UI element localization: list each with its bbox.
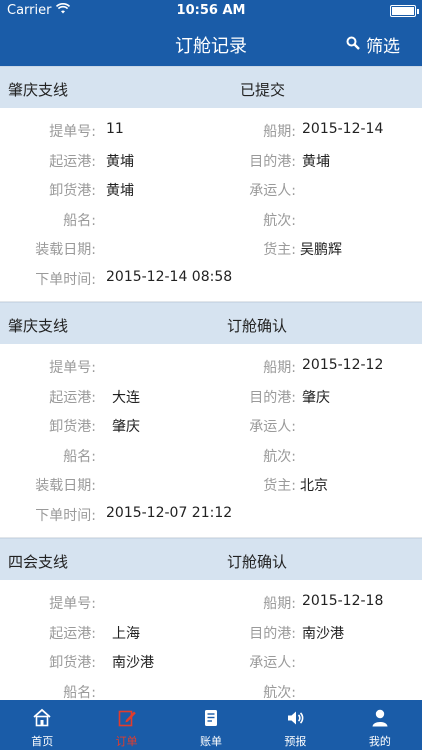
route-name: 四会支线 bbox=[8, 553, 69, 571]
search-icon bbox=[346, 35, 360, 55]
bill-no-label: 提单号: bbox=[49, 596, 96, 612]
shipper-label: 货主: bbox=[263, 478, 296, 494]
header: Carrier 10:56 AM 订舱记录 筛选 bbox=[0, 0, 422, 66]
order-status: 订舱确认 bbox=[227, 553, 288, 571]
load-port-value: 黄埔 bbox=[106, 153, 134, 170]
user-icon bbox=[370, 708, 390, 733]
load-date-label: 装载日期: bbox=[35, 478, 96, 494]
order-card-header: 肇庆支线 订舱确认 bbox=[0, 302, 422, 344]
bill-icon bbox=[201, 708, 221, 733]
route-name: 肇庆支线 bbox=[8, 317, 69, 335]
load-port-label: 起运港: bbox=[49, 153, 96, 170]
order-list[interactable]: 肇庆支线 已提交 提单号: 11 船期: 2015-12-14 起运港: 黄埔 … bbox=[0, 66, 422, 700]
order-card[interactable]: 肇庆支线 订舱确认 提单号: 船期: 2015-12-12 起运港: 大连 目的… bbox=[0, 302, 422, 538]
dest-port-label: 目的港: bbox=[249, 389, 296, 406]
shipper-value: 吴鹏辉 bbox=[300, 242, 342, 258]
vessel-label: 船名: bbox=[63, 684, 96, 701]
tab-bar: 首页 订单 账单 预报 我的 bbox=[0, 700, 422, 750]
tab-profile-label: 我的 bbox=[368, 735, 391, 748]
bill-no-value: 11 bbox=[106, 121, 124, 137]
filter-button[interactable]: 筛选 bbox=[346, 32, 400, 57]
discharge-port-value: 南沙港 bbox=[112, 655, 154, 671]
load-date-label: 装载日期: bbox=[35, 242, 96, 258]
dest-port-value: 肇庆 bbox=[302, 389, 330, 406]
order-time-label: 下单时间: bbox=[35, 271, 96, 288]
dest-port-label: 目的港: bbox=[249, 625, 296, 642]
order-edit-icon bbox=[117, 708, 137, 733]
tab-forecast[interactable]: 预报 bbox=[253, 700, 337, 750]
tab-bills-label: 账单 bbox=[200, 735, 223, 748]
order-card[interactable]: 肇庆支线 已提交 提单号: 11 船期: 2015-12-14 起运港: 黄埔 … bbox=[0, 66, 422, 302]
tab-home-label: 首页 bbox=[31, 735, 54, 748]
shipper-label: 货主: bbox=[263, 242, 296, 258]
load-port-label: 起运港: bbox=[49, 625, 96, 642]
dest-port-value: 黄埔 bbox=[302, 153, 330, 170]
sail-date-label: 船期: bbox=[263, 360, 296, 376]
carrier-label: 承运人: bbox=[249, 655, 296, 671]
order-time-label: 下单时间: bbox=[35, 507, 96, 524]
sail-date-value: 2015-12-18 bbox=[302, 593, 384, 609]
order-card-header: 肇庆支线 已提交 bbox=[0, 66, 422, 108]
speaker-icon bbox=[285, 708, 305, 733]
order-time-value: 2015-12-14 08:58 bbox=[106, 268, 233, 285]
dest-port-label: 目的港: bbox=[249, 153, 296, 170]
sail-date-label: 船期: bbox=[263, 596, 296, 612]
tab-orders-label: 订单 bbox=[115, 735, 138, 748]
voyage-label: 航次: bbox=[263, 212, 296, 229]
discharge-port-value: 黄埔 bbox=[106, 183, 134, 199]
discharge-port-label: 卸货港: bbox=[49, 419, 96, 435]
order-card-header: 四会支线 订舱确认 bbox=[0, 538, 422, 580]
tab-forecast-label: 预报 bbox=[284, 735, 307, 748]
bill-no-label: 提单号: bbox=[49, 360, 96, 376]
vessel-label: 船名: bbox=[63, 212, 96, 229]
sail-date-label: 船期: bbox=[263, 124, 296, 140]
voyage-label: 航次: bbox=[263, 448, 296, 465]
discharge-port-value: 肇庆 bbox=[112, 419, 140, 435]
status-time: 10:56 AM bbox=[176, 3, 246, 18]
load-port-value: 上海 bbox=[112, 625, 140, 642]
dest-port-value: 南沙港 bbox=[302, 625, 344, 642]
vessel-label: 船名: bbox=[63, 448, 96, 465]
status-bar: Carrier 10:56 AM bbox=[0, 0, 422, 22]
shipper-value: 北京 bbox=[300, 478, 328, 494]
sail-date-value: 2015-12-12 bbox=[302, 357, 384, 373]
home-icon bbox=[32, 708, 52, 733]
load-port-value: 大连 bbox=[112, 389, 140, 406]
carrier-label: 承运人: bbox=[249, 419, 296, 435]
order-card[interactable]: 四会支线 订舱确认 提单号: 船期: 2015-12-18 起运港: 上海 目的… bbox=[0, 538, 422, 700]
tab-orders[interactable]: 订单 bbox=[84, 700, 168, 750]
bill-no-label: 提单号: bbox=[49, 124, 96, 140]
tab-bills[interactable]: 账单 bbox=[169, 700, 253, 750]
route-name: 肇庆支线 bbox=[8, 81, 69, 99]
order-status: 订舱确认 bbox=[227, 317, 288, 335]
discharge-port-label: 卸货港: bbox=[49, 183, 96, 199]
discharge-port-label: 卸货港: bbox=[49, 655, 96, 671]
voyage-label: 航次: bbox=[263, 684, 296, 701]
nav-bar: 订舱记录 筛选 bbox=[0, 22, 422, 66]
order-status: 已提交 bbox=[240, 81, 286, 99]
sail-date-value: 2015-12-14 bbox=[302, 121, 384, 137]
filter-label: 筛选 bbox=[366, 37, 400, 57]
order-time-value: 2015-12-07 21:12 bbox=[106, 504, 233, 521]
tab-profile[interactable]: 我的 bbox=[338, 700, 422, 750]
carrier-label: 承运人: bbox=[249, 183, 296, 199]
battery-icon bbox=[390, 5, 419, 17]
tab-home[interactable]: 首页 bbox=[0, 700, 84, 750]
load-port-label: 起运港: bbox=[49, 389, 96, 406]
